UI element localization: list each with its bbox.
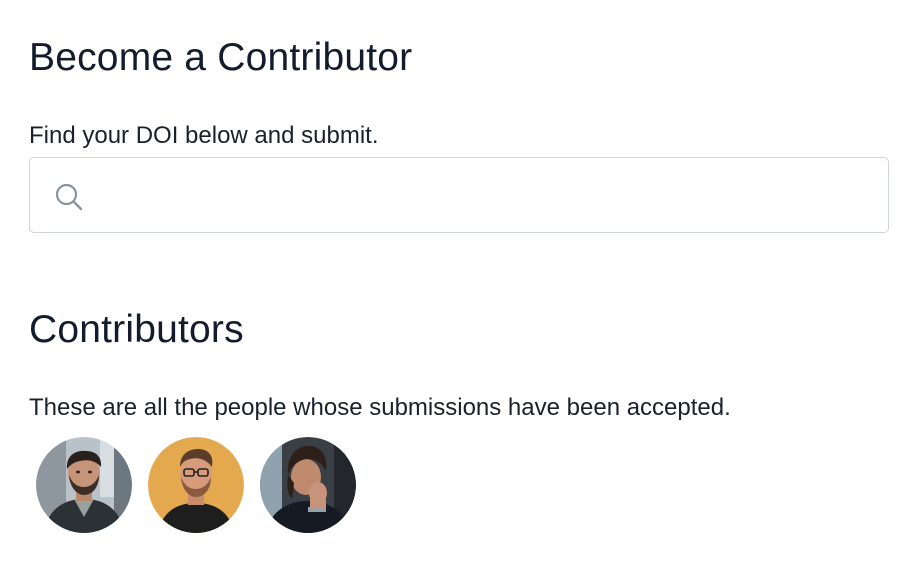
contributor-avatar-list <box>36 437 356 533</box>
contributors-heading: Contributors <box>29 308 244 351</box>
avatar[interactable] <box>148 437 244 533</box>
avatar[interactable] <box>260 437 356 533</box>
contributors-description: These are all the people whose submissio… <box>29 394 731 421</box>
avatar[interactable] <box>36 437 132 533</box>
doi-search-input[interactable] <box>96 174 870 218</box>
doi-search-box[interactable] <box>29 157 889 233</box>
search-icon <box>54 182 84 212</box>
become-contributor-heading: Become a Contributor <box>29 36 413 79</box>
become-contributor-instructions: Find your DOI below and submit. <box>29 122 379 149</box>
